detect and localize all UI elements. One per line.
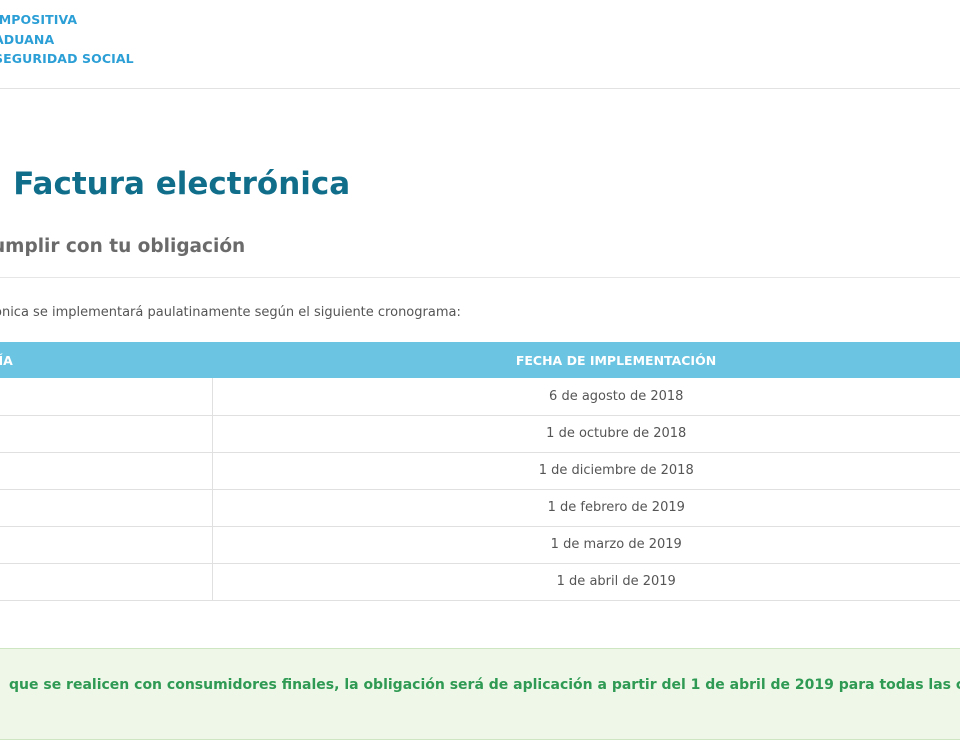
page-title: : Factura electrónica: [0, 166, 351, 202]
row-date-value: 6 de agosto de 2018: [549, 388, 684, 404]
nav-link-impositiva[interactable]: IMPOSITIVA: [0, 12, 77, 27]
row-date-value: 1 de octubre de 2018: [546, 426, 687, 441]
header-implementation-date: FECHA DE IMPLEMENTACIÓN: [212, 342, 960, 378]
table-row: a K 6 de agosto de 2018: [0, 378, 960, 416]
row-date: 1 de abril de 2019: [211, 563, 960, 601]
table-header-row: GORÍA FECHA DE IMPLEMENTACIÓN: [0, 342, 960, 378]
row-category: C: [0, 489, 212, 527]
table-row: B 1 de marzo de 2019: [0, 526, 960, 564]
row-category: a K: [0, 378, 212, 416]
notice-text: que se realicen con consumidores finales…: [9, 677, 960, 693]
nav-link-aduana[interactable]: ADUANA: [0, 32, 54, 47]
implementation-schedule-table: GORÍA FECHA DE IMPLEMENTACIÓN a K 6 de a…: [0, 342, 960, 601]
section-divider: [0, 277, 960, 278]
nav-link-seguridad-social[interactable]: SEGURIDAD SOCIAL: [0, 51, 134, 66]
table-row: A 1 de abril de 2019: [0, 563, 960, 601]
table-row: C 1 de febrero de 2019: [0, 489, 960, 527]
row-category: A: [0, 563, 212, 601]
table-row: E 1 de octubre de 2018: [0, 415, 960, 453]
row-date-value: 1 de marzo de 2019: [550, 537, 682, 552]
row-date: 1 de marzo de 2019: [211, 526, 960, 564]
row-category: E: [0, 415, 212, 453]
table-row: D 1 de diciembre de 2018: [0, 452, 960, 490]
notice-box: que se realicen con consumidores finales…: [0, 648, 960, 740]
section-title: umplir con tu obligación: [0, 236, 246, 257]
row-date-value: 1 de febrero de 2019: [547, 500, 685, 515]
row-date: 1 de febrero de 2019: [211, 489, 960, 527]
row-date: 1 de diciembre de 2018: [211, 452, 960, 490]
row-date: 1 de octubre de 2018: [211, 415, 960, 453]
top-navigation: IMPOSITIVA ADUANA SEGURIDAD SOCIAL: [0, 0, 960, 89]
row-category: D: [0, 452, 212, 490]
row-date: 6 de agosto de 2018: [211, 378, 960, 416]
row-category: B: [0, 526, 212, 564]
intro-text: ónica se implementará paulatinamente seg…: [0, 305, 461, 320]
row-date-value: 1 de abril de 2019: [556, 574, 676, 589]
page: IMPOSITIVA ADUANA SEGURIDAD SOCIAL : Fac…: [0, 0, 960, 750]
header-implementation-date-label: FECHA DE IMPLEMENTACIÓN: [515, 352, 717, 368]
row-date-value: 1 de diciembre de 2018: [538, 463, 694, 478]
header-category: GORÍA: [0, 342, 212, 378]
